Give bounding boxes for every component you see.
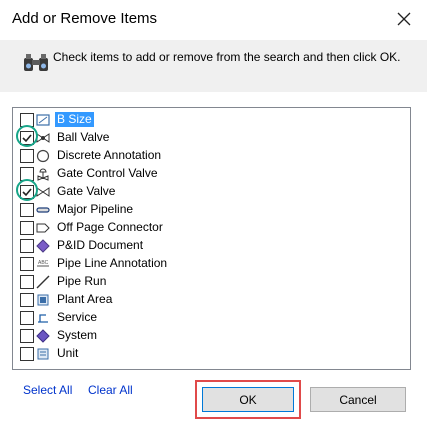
item-checkbox[interactable] <box>20 238 34 253</box>
item-label: Discrete Annotation <box>57 148 162 162</box>
items-checklist[interactable]: B Size Ball Valve Discrete Annotation Gate … <box>12 107 411 370</box>
service-icon <box>35 310 51 326</box>
select-all-link[interactable]: Select All <box>23 383 72 397</box>
add-remove-items-dialog: Add or Remove Items Check items to add o… <box>0 0 427 431</box>
cancel-button[interactable]: Cancel <box>310 387 406 412</box>
item-label: Major Pipeline <box>57 202 134 216</box>
item-label: Off Page Connector <box>57 220 163 234</box>
item-checkbox[interactable] <box>20 202 34 217</box>
item-label: Gate Control Valve <box>57 166 158 180</box>
item-checkbox[interactable] <box>20 274 34 289</box>
item-label: Pipe Line Annotation <box>57 256 168 270</box>
binoculars-icon <box>24 54 48 71</box>
list-item[interactable]: Plant Area <box>20 291 114 308</box>
list-item[interactable]: Major Pipeline <box>20 201 135 218</box>
list-item[interactable]: Gate Valve <box>20 183 117 200</box>
list-item[interactable]: Gate Control Valve <box>20 165 160 182</box>
plant-area-icon <box>35 292 51 308</box>
annotation-icon <box>35 148 51 164</box>
item-checkbox[interactable] <box>20 148 34 163</box>
list-item[interactable]: Ball Valve <box>20 129 111 146</box>
item-label: B Size <box>55 112 94 127</box>
document-icon <box>35 238 51 254</box>
title-bar: Add or Remove Items <box>0 0 427 40</box>
list-item[interactable]: B Size <box>20 111 94 128</box>
list-item[interactable]: Unit <box>20 345 80 362</box>
item-label: Gate Valve <box>57 184 116 198</box>
item-checkbox[interactable] <box>20 220 34 235</box>
ball-valve-icon <box>35 130 51 146</box>
instruction-panel <box>0 40 427 92</box>
item-checkbox[interactable] <box>20 184 34 199</box>
unit-icon <box>35 346 51 362</box>
svg-text:ABC: ABC <box>38 260 49 266</box>
control-valve-icon <box>35 166 51 182</box>
checkmark-icon <box>22 133 32 142</box>
item-checkbox[interactable] <box>20 346 34 361</box>
item-checkbox[interactable] <box>20 310 34 325</box>
item-label: Service <box>57 310 98 324</box>
item-label: P&ID Document <box>57 238 144 252</box>
connector-icon <box>35 220 51 236</box>
item-label: Pipe Run <box>57 274 107 288</box>
line-annotation-icon: ABC <box>35 256 51 272</box>
checkmark-icon <box>22 187 32 196</box>
item-checkbox[interactable] <box>20 328 34 343</box>
item-label: System <box>57 328 98 342</box>
instruction-text: Check items to add or remove from the se… <box>53 50 401 64</box>
gate-valve-icon <box>35 184 51 200</box>
item-checkbox[interactable] <box>20 256 34 271</box>
close-button[interactable] <box>389 4 419 34</box>
item-checkbox[interactable] <box>20 112 34 127</box>
ok-button[interactable]: OK <box>202 387 294 412</box>
item-checkbox[interactable] <box>20 166 34 181</box>
system-icon <box>35 328 51 344</box>
list-item[interactable]: P&ID Document <box>20 237 145 254</box>
item-label: Plant Area <box>57 292 113 306</box>
list-item[interactable]: System <box>20 327 99 344</box>
item-checkbox[interactable] <box>20 292 34 307</box>
item-checkbox[interactable] <box>20 130 34 145</box>
size-icon <box>35 112 51 128</box>
dialog-title: Add or Remove Items <box>12 10 158 27</box>
list-item[interactable]: Off Page Connector <box>20 219 165 236</box>
pipe-run-icon <box>35 274 51 290</box>
item-label: Ball Valve <box>57 130 110 144</box>
clear-all-link[interactable]: Clear All <box>88 383 133 397</box>
pipeline-icon <box>35 202 51 218</box>
close-icon <box>397 12 411 26</box>
item-label: Unit <box>57 346 79 360</box>
list-item[interactable]: Service <box>20 309 99 326</box>
list-item[interactable]: Pipe Run <box>20 273 108 290</box>
list-item[interactable]: Discrete Annotation <box>20 147 163 164</box>
list-item[interactable]: ABC Pipe Line Annotation <box>20 255 169 272</box>
